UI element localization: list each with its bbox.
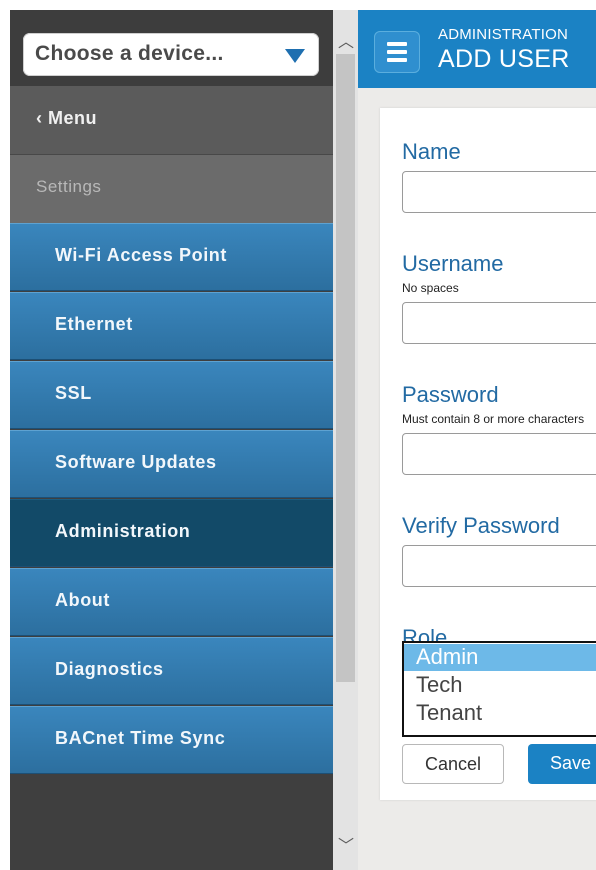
sidebar-item-ssl[interactable]: SSL — [10, 361, 333, 428]
settings-nav: Wi-Fi Access Point Ethernet SSL Software… — [10, 223, 333, 775]
scroll-down-arrow-icon[interactable]: ﹀ — [338, 832, 354, 856]
sidebar-item-label: Ethernet — [55, 314, 133, 334]
username-hint: No spaces — [402, 281, 459, 295]
sidebar-item-administration[interactable]: Administration — [10, 499, 333, 566]
settings-header-label: Settings — [36, 177, 102, 196]
sidebar-item-label: Administration — [55, 521, 191, 541]
scroll-up-arrow-icon[interactable]: ︿ — [338, 28, 354, 52]
role-option-admin[interactable]: Admin — [404, 644, 596, 671]
page-title: ADD USER — [438, 45, 570, 73]
main-content: ADMINISTRATION ADD USER Name Username No… — [358, 10, 596, 870]
username-label: Username — [402, 251, 504, 276]
sidebar-item-ethernet[interactable]: Ethernet — [10, 292, 333, 359]
device-select-label: Choose a device... — [35, 42, 224, 65]
menu-back-text: Menu — [48, 108, 97, 128]
device-select[interactable]: Choose a device... — [23, 33, 319, 76]
settings-section-header: Settings — [10, 155, 333, 223]
sidebar-item-label: About — [55, 590, 110, 610]
sidebar-item-label: SSL — [55, 383, 92, 403]
password-hint: Must contain 8 or more characters — [402, 412, 585, 426]
dropdown-caret-icon — [285, 49, 305, 63]
cancel-button[interactable]: Cancel — [402, 744, 504, 784]
verify-password-label: Verify Password — [402, 513, 560, 538]
sidebar-item-label: Software Updates — [55, 452, 217, 472]
sidebar-scrollbar[interactable]: ︿ ﹀ — [333, 10, 358, 870]
username-field[interactable] — [402, 302, 596, 344]
verify-password-field[interactable] — [402, 545, 596, 587]
hamburger-menu-icon[interactable] — [374, 31, 420, 73]
sidebar-item-bacnet-time-sync[interactable]: BACnet Time Sync — [10, 706, 333, 773]
password-field[interactable] — [402, 433, 596, 475]
sidebar-item-label: Wi-Fi Access Point — [55, 245, 228, 265]
device-bar: Choose a device... — [10, 10, 333, 86]
sidebar-item-wifi-access-point[interactable]: Wi-Fi Access Point — [10, 223, 333, 290]
add-user-form: Name Username No spaces Password Must co… — [380, 108, 596, 800]
app-window: Choose a device... ‹ Menu Settings Wi-Fi… — [10, 10, 596, 870]
breadcrumb: ADMINISTRATION — [438, 26, 569, 43]
sidebar-item-about[interactable]: About — [10, 568, 333, 635]
save-button[interactable]: Save — [528, 744, 596, 784]
sidebar-item-diagnostics[interactable]: Diagnostics — [10, 637, 333, 704]
name-label: Name — [402, 139, 461, 164]
menu-back-button[interactable]: ‹ Menu — [10, 86, 333, 155]
scrollbar-thumb[interactable] — [336, 54, 355, 682]
sidebar-item-label: BACnet Time Sync — [55, 728, 226, 748]
role-option-tech[interactable]: Tech — [404, 672, 596, 699]
sidebar-item-software-updates[interactable]: Software Updates — [10, 430, 333, 497]
header-bar: ADMINISTRATION ADD USER — [358, 10, 596, 88]
role-select-list[interactable]: Admin Tech Tenant — [402, 641, 596, 737]
chevron-left-icon: ‹ — [36, 108, 48, 128]
name-field[interactable] — [402, 171, 596, 213]
sidebar-item-label: Diagnostics — [55, 659, 164, 679]
menu-back-label: ‹ Menu — [36, 108, 97, 129]
password-label: Password — [402, 382, 499, 407]
sidebar: Choose a device... ‹ Menu Settings Wi-Fi… — [10, 10, 333, 870]
role-option-tenant[interactable]: Tenant — [404, 700, 596, 727]
